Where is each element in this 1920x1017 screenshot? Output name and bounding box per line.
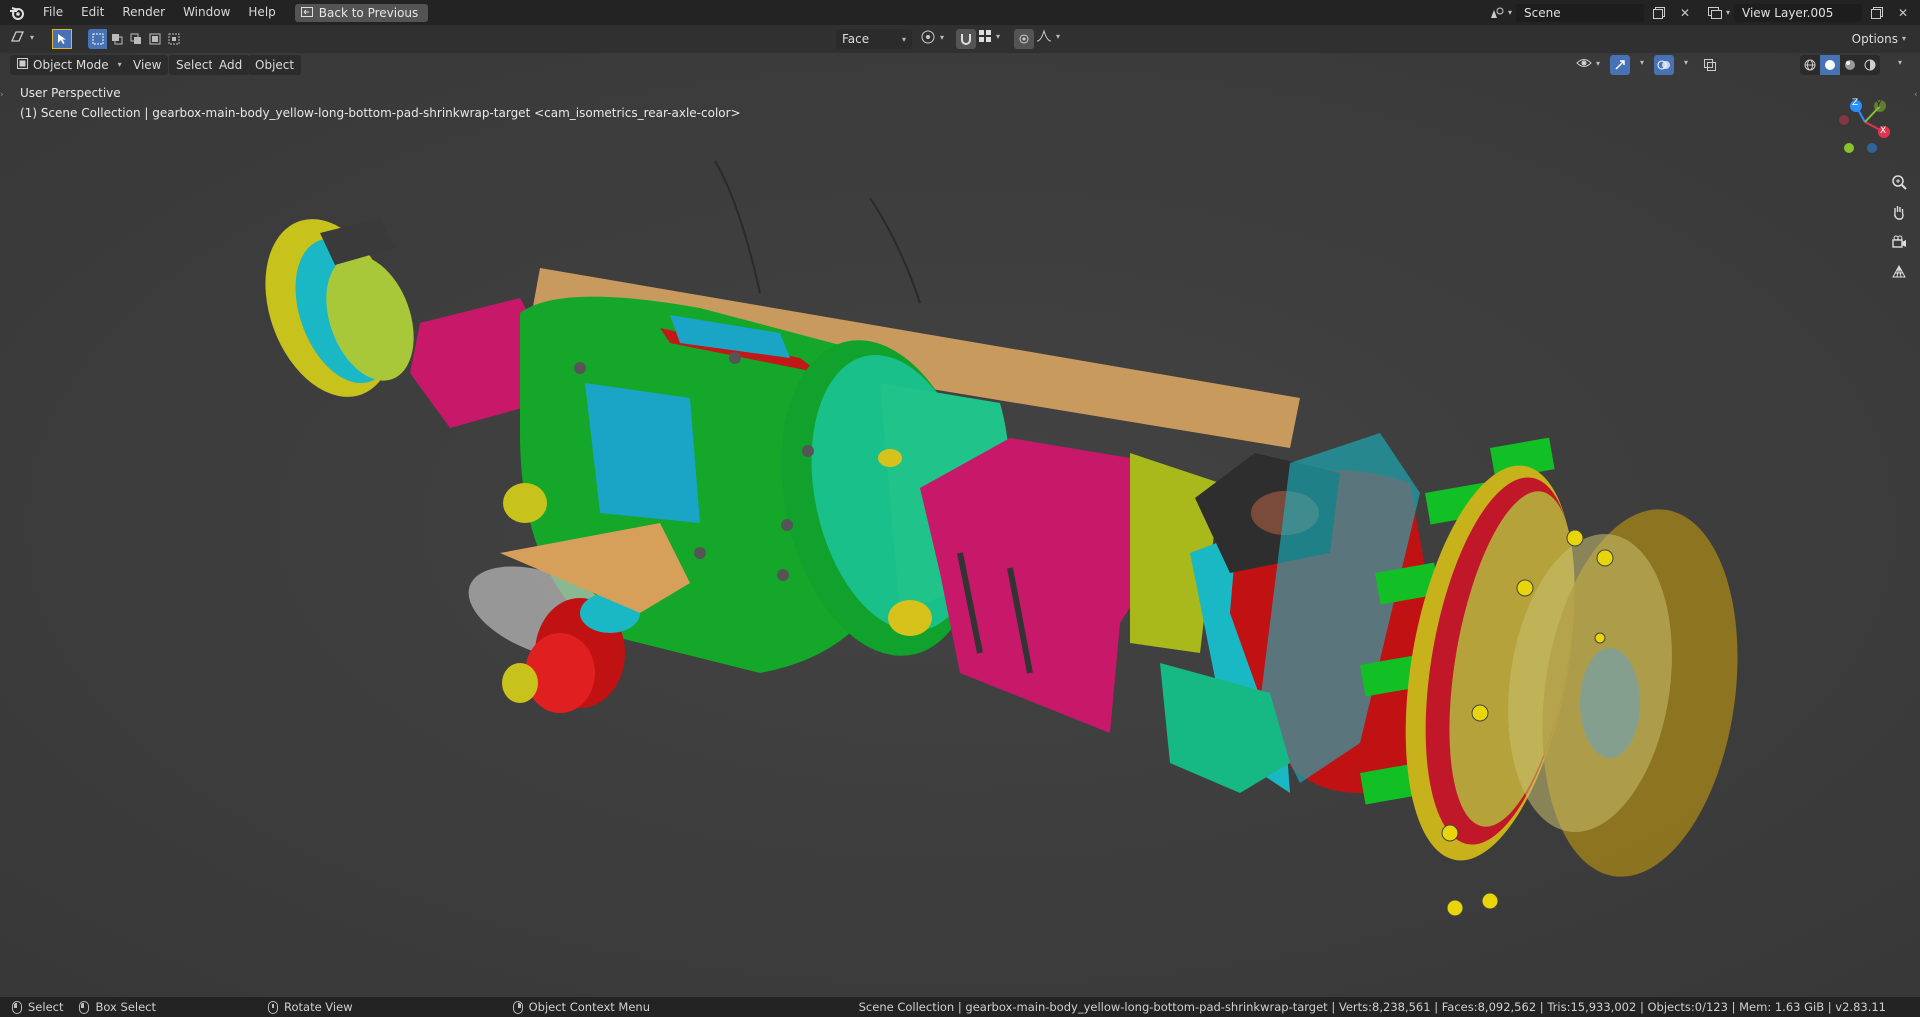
cursor-icon[interactable]	[52, 29, 72, 49]
grid-icon[interactable]	[1886, 259, 1912, 285]
delete-scene-icon[interactable]: ✕	[1674, 3, 1696, 23]
select-mode-label: Face	[842, 32, 870, 46]
menu-view[interactable]: View	[126, 55, 169, 75]
shading-mode-group	[1800, 55, 1880, 75]
new-view-layer-icon[interactable]	[1866, 3, 1888, 23]
status-select-label: Select	[28, 1000, 64, 1014]
mouse-drag-icon	[79, 1000, 90, 1014]
menu-object[interactable]: Object	[248, 55, 302, 75]
gizmo-x-label: X	[1880, 126, 1887, 136]
status-select: Select	[12, 1000, 63, 1014]
viewport-header: Object Mode ▾ View Select Add Object ▾ ▾…	[0, 53, 1920, 79]
select-extend-icon[interactable]	[107, 29, 126, 49]
object-mode-label: Object Mode	[33, 58, 109, 72]
status-context-menu-label: Object Context Menu	[528, 1000, 650, 1014]
scene-render	[0, 53, 1920, 997]
sidebar-expand-icon[interactable]: ‹	[1914, 90, 1920, 106]
select-invert-icon[interactable]	[146, 29, 165, 49]
navigation-gizmo[interactable]: Z X Y	[1830, 92, 1900, 162]
view-layer-icon[interactable]: ▾	[1708, 3, 1730, 23]
shading-dropdown[interactable]: ▾	[1898, 58, 1902, 67]
shading-solid-icon[interactable]	[1820, 55, 1840, 75]
xray-icon[interactable]	[1700, 55, 1720, 75]
shading-material-icon[interactable]	[1840, 55, 1860, 75]
editor-type-button[interactable]: ▾	[10, 29, 34, 46]
select-box-icon[interactable]	[88, 29, 108, 49]
overlay-dropdown[interactable]: ▾	[1684, 58, 1688, 67]
overlay-icon[interactable]	[1654, 55, 1674, 75]
proportional-falloff-icon[interactable]: ▾	[1036, 29, 1060, 43]
shading-render-icon[interactable]	[1860, 55, 1880, 75]
object-mode-dropdown[interactable]: Object Mode ▾	[10, 55, 129, 75]
new-scene-icon[interactable]	[1648, 3, 1670, 23]
status-context-menu: Object Context Menu	[512, 1000, 650, 1014]
gizmo-icon[interactable]	[1610, 55, 1630, 75]
scene-selector-group: ▾ Scene ✕ ▾ View Layer.005 ✕	[1490, 0, 1920, 25]
menu-help[interactable]: Help	[239, 0, 284, 25]
editor-type-icon	[10, 29, 26, 46]
select-subtract-icon[interactable]	[126, 29, 145, 49]
menu-add[interactable]: Add	[212, 55, 250, 75]
camera-icon[interactable]	[1886, 229, 1912, 255]
scene-name-field[interactable]: Scene	[1516, 3, 1644, 22]
object-mode-icon	[17, 55, 28, 75]
blender-logo-icon[interactable]	[0, 0, 34, 25]
selection-mode-group	[88, 29, 184, 49]
select-intersect-icon[interactable]	[165, 29, 184, 49]
status-box-select-label: Box Select	[95, 1000, 156, 1014]
status-rotate-view: Rotate View	[268, 1000, 353, 1014]
status-box-select: Box Select	[79, 1000, 156, 1014]
gizmo-dropdown[interactable]: ▾	[1640, 58, 1644, 67]
shading-wire-icon[interactable]	[1800, 55, 1820, 75]
snap-target-icon[interactable]: ▾	[978, 29, 1000, 43]
select-mode-dropdown[interactable]: Face ▾	[836, 29, 912, 49]
gizmo-y-label: Y	[1876, 100, 1882, 110]
scene-icon[interactable]: ▾	[1490, 3, 1512, 23]
mouse-left-icon	[12, 1000, 22, 1014]
scene-statistics: Scene Collection | gearbox-main-body_yel…	[858, 1000, 1886, 1014]
back-icon	[300, 6, 313, 20]
tool-header: ▾ Face ▾ ▾ ▾ ▾ Options ▾	[0, 25, 1920, 54]
status-bar: Select Box Select Rotate View Object Con…	[0, 997, 1920, 1017]
back-to-previous-button[interactable]: Back to Previous	[294, 3, 429, 22]
delete-view-layer-icon[interactable]: ✕	[1892, 3, 1914, 23]
options-label: Options	[1851, 32, 1898, 46]
gizmo-z-label: Z	[1852, 98, 1859, 108]
menu-render[interactable]: Render	[113, 0, 174, 25]
mouse-right-icon	[512, 1000, 523, 1014]
options-button[interactable]: Options ▾	[1846, 29, 1912, 49]
status-rotate-view-label: Rotate View	[284, 1000, 353, 1014]
visibility-icon[interactable]: ▾	[1576, 56, 1600, 70]
proportional-icon[interactable]	[1014, 29, 1034, 49]
hand-icon[interactable]	[1886, 199, 1912, 225]
mouse-middle-icon	[268, 1000, 278, 1014]
menu-file[interactable]: File	[34, 0, 72, 25]
toolbar-expand-icon[interactable]: ›	[0, 90, 6, 106]
collection-info-label: (1) Scene Collection | gearbox-main-body…	[20, 106, 741, 120]
3d-viewport[interactable]	[0, 53, 1920, 997]
top-menu-bar: File Edit Render Window Help Back to Pre…	[0, 0, 1920, 25]
pivot-icon[interactable]: ▾	[920, 29, 944, 45]
back-to-previous-label: Back to Previous	[318, 5, 419, 20]
snap-icon[interactable]	[956, 29, 976, 49]
perspective-label: User Perspective	[20, 86, 121, 100]
view-layer-field[interactable]: View Layer.005	[1734, 3, 1862, 22]
menu-window[interactable]: Window	[174, 0, 239, 25]
zoom-icon[interactable]	[1886, 169, 1912, 195]
menu-edit[interactable]: Edit	[72, 0, 113, 25]
